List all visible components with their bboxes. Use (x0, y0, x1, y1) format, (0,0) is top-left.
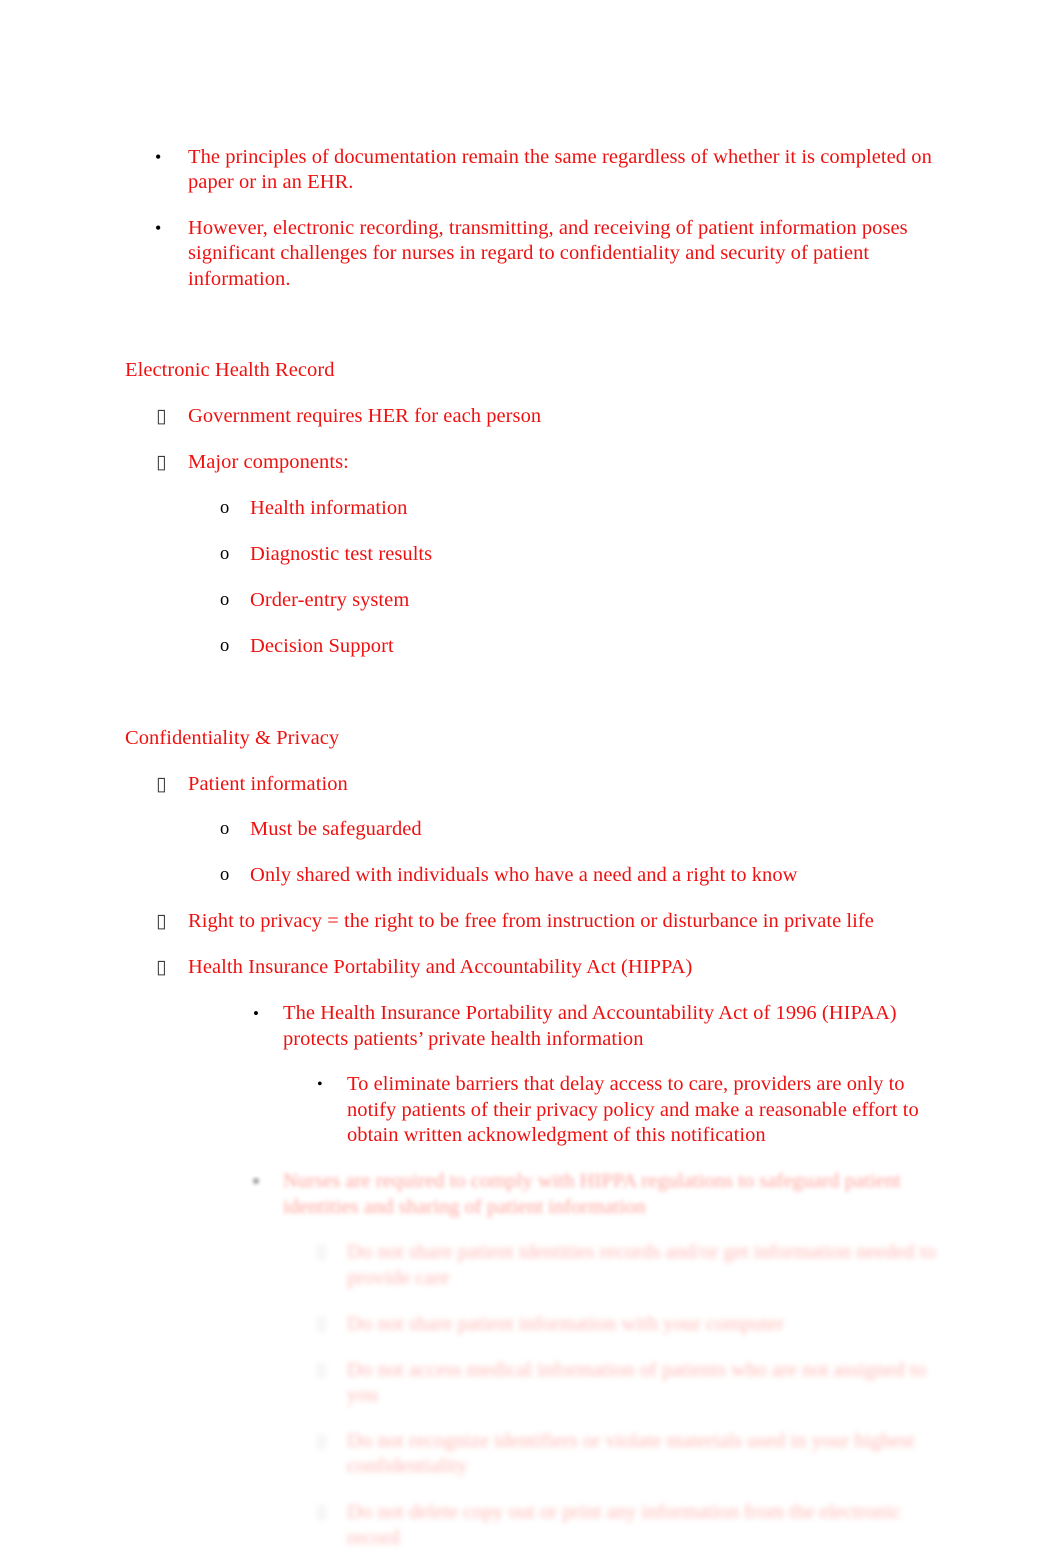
list-item-text: Government requires HER for each person (188, 405, 542, 428)
circle-marker-icon: o (220, 544, 230, 565)
list-item-text: Health information (250, 497, 408, 520)
list-item-text: To eliminate barriers that delay access … (347, 1073, 919, 1147)
list-item: • The principles of documentation remain… (125, 145, 940, 196)
list-item-text: Patient information (188, 772, 348, 795)
wingding-box-icon: ▯ (317, 1244, 326, 1262)
bullet-icon: • (155, 146, 162, 167)
list-item-text: Diagnostic test results (250, 543, 433, 566)
list-item: • However, electronic recording, transmi… (125, 216, 940, 292)
list-item: o Health information (125, 496, 940, 521)
intro-bullet-list: • The principles of documentation remain… (125, 145, 940, 293)
list-item-text: Do not delete copy out or print any info… (347, 1501, 901, 1549)
wingding-box-icon: ▯ (156, 451, 167, 474)
list-item-text: Do not recognize identifiers or violate … (347, 1429, 915, 1478)
list-item-text: Only shared with individuals who have a … (250, 864, 798, 887)
wingding-box-icon: ▯ (317, 1432, 326, 1450)
list-item: o Must be safeguarded (125, 817, 940, 842)
list-item-text: Right to privacy = the right to be free … (188, 910, 874, 933)
list-item: ▯ Do not access medical information of p… (125, 1358, 940, 1409)
list-item-text: However, electronic recording, transmitt… (188, 216, 908, 290)
list-item: ▯ Health Insurance Portability and Accou… (125, 955, 940, 980)
list-item-text: Do not share patient information with yo… (347, 1312, 784, 1335)
list-item-text: Must be safeguarded (250, 818, 422, 841)
list-item: • The Health Insurance Portability and A… (125, 1001, 940, 1052)
wingding-box-icon: ▯ (156, 910, 167, 933)
bullet-icon: • (253, 1004, 260, 1024)
list-item-text: Order-entry system (250, 588, 410, 611)
list-item: ▯ Do not share patient information with … (125, 1312, 940, 1337)
circle-marker-icon: o (220, 635, 230, 656)
list-item: ▯ Do not delete copy out or print any in… (125, 1500, 940, 1551)
wingding-box-icon: ▯ (156, 956, 167, 979)
list-item-text: The Health Insurance Portability and Acc… (283, 1002, 897, 1050)
section-heading: Confidentiality & Privacy (125, 726, 340, 749)
list-item: o Only shared with individuals who have … (125, 863, 940, 888)
list-item-text: Nurses are required to comply with HIPPA… (283, 1170, 901, 1218)
wingding-box-icon: ▯ (317, 1315, 326, 1333)
circle-marker-icon: o (220, 589, 230, 610)
wingding-box-icon: ▯ (317, 1504, 326, 1522)
list-item: ▯ Right to privacy = the right to be fre… (125, 909, 940, 934)
list-item-text: Health Insurance Portability and Account… (188, 956, 693, 979)
circle-marker-icon: o (220, 819, 230, 840)
circle-marker-icon: o (220, 865, 230, 886)
document-page: • The principles of documentation remain… (0, 0, 1062, 1561)
list-item: o Diagnostic test results (125, 542, 940, 567)
list-item-text: Do not share patient identities records … (347, 1241, 936, 1289)
list-item: ▯ Major components: (125, 450, 940, 475)
list-item-text: Do not access medical information of pat… (347, 1358, 927, 1407)
document-body: • The principles of documentation remain… (125, 124, 940, 1561)
wingding-box-icon: ▯ (156, 772, 167, 795)
circle-marker-icon: o (220, 498, 230, 519)
bullet-icon: • (253, 1172, 260, 1192)
list-item-text: Major components: (188, 451, 349, 474)
bullet-icon: • (155, 217, 162, 238)
faded-text-block: • Nurses are required to comply with HIP… (125, 1169, 940, 1551)
section-heading: Electronic Health Record (125, 359, 335, 382)
list-item: ▯ Do not recognize identifiers or violat… (125, 1429, 940, 1480)
list-item: ▯ Do not share patient identities record… (125, 1240, 940, 1291)
list-item-text: The principles of documentation remain t… (188, 145, 932, 193)
list-item: • Nurses are required to comply with HIP… (125, 1169, 940, 1220)
list-item-text: Decision Support (250, 634, 394, 657)
list-item: ▯ Patient information (125, 772, 940, 797)
list-item: • To eliminate barriers that delay acces… (125, 1072, 940, 1148)
list-item: o Decision Support (125, 634, 940, 659)
bullet-icon: • (317, 1076, 323, 1094)
wingding-box-icon: ▯ (156, 405, 167, 428)
list-item: o Order-entry system (125, 588, 940, 613)
wingding-box-icon: ▯ (317, 1361, 326, 1379)
list-item: ▯ Government requires HER for each perso… (125, 404, 940, 429)
